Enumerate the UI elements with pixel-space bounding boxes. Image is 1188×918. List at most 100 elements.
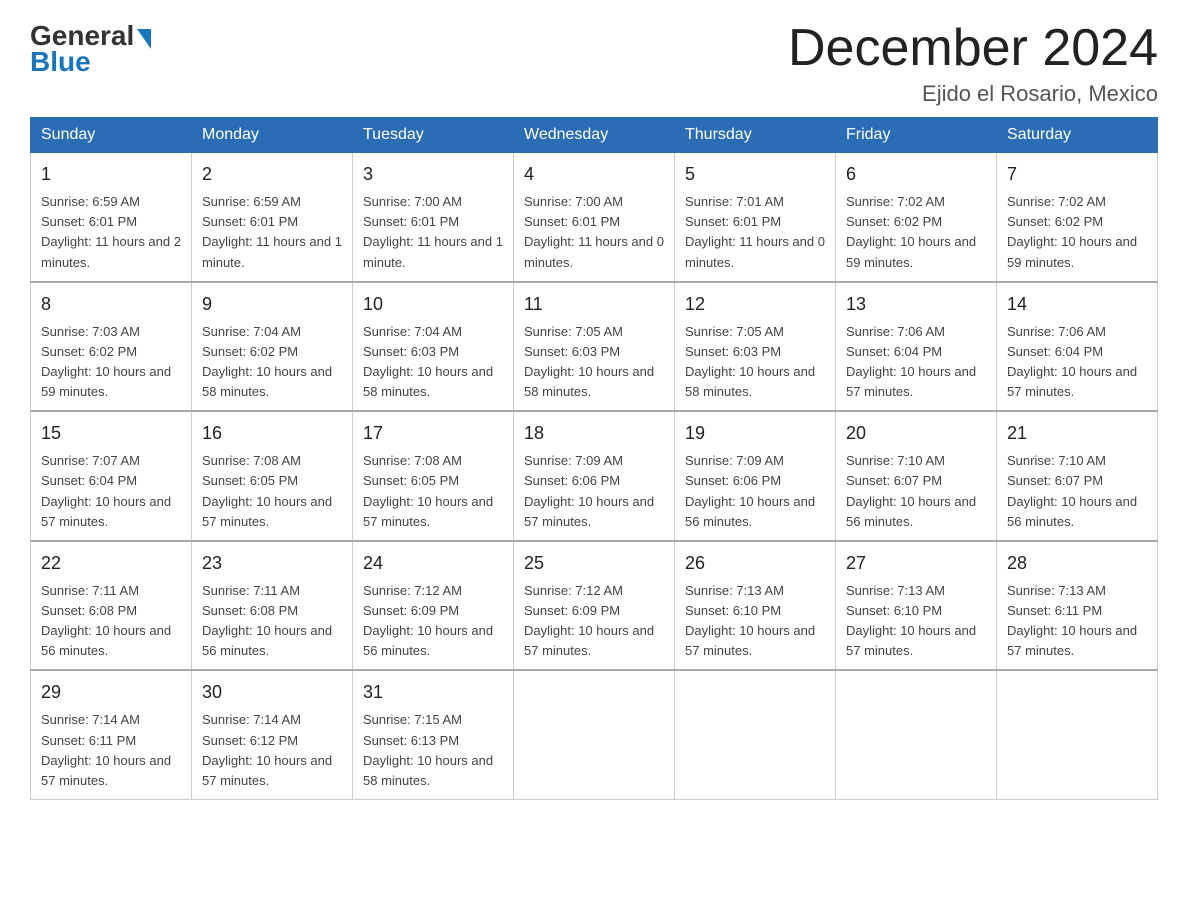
- calendar-cell: 22 Sunrise: 7:11 AMSunset: 6:08 PMDaylig…: [31, 541, 192, 671]
- week-row-4: 22 Sunrise: 7:11 AMSunset: 6:08 PMDaylig…: [31, 541, 1158, 671]
- day-info: Sunrise: 7:14 AMSunset: 6:11 PMDaylight:…: [41, 712, 171, 787]
- calendar-cell: 27 Sunrise: 7:13 AMSunset: 6:10 PMDaylig…: [836, 541, 997, 671]
- day-info: Sunrise: 7:00 AMSunset: 6:01 PMDaylight:…: [524, 194, 664, 269]
- day-info: Sunrise: 7:13 AMSunset: 6:11 PMDaylight:…: [1007, 583, 1137, 658]
- day-info: Sunrise: 7:08 AMSunset: 6:05 PMDaylight:…: [363, 453, 493, 528]
- day-number: 12: [685, 291, 825, 318]
- day-info: Sunrise: 7:08 AMSunset: 6:05 PMDaylight:…: [202, 453, 332, 528]
- calendar-cell: 26 Sunrise: 7:13 AMSunset: 6:10 PMDaylig…: [675, 541, 836, 671]
- calendar-cell: 23 Sunrise: 7:11 AMSunset: 6:08 PMDaylig…: [192, 541, 353, 671]
- col-header-tuesday: Tuesday: [353, 118, 514, 153]
- calendar-cell: 14 Sunrise: 7:06 AMSunset: 6:04 PMDaylig…: [997, 282, 1158, 412]
- day-number: 28: [1007, 550, 1147, 577]
- col-header-monday: Monday: [192, 118, 353, 153]
- week-row-3: 15 Sunrise: 7:07 AMSunset: 6:04 PMDaylig…: [31, 411, 1158, 541]
- day-number: 8: [41, 291, 181, 318]
- day-number: 22: [41, 550, 181, 577]
- day-info: Sunrise: 7:12 AMSunset: 6:09 PMDaylight:…: [363, 583, 493, 658]
- day-number: 25: [524, 550, 664, 577]
- calendar-cell: 25 Sunrise: 7:12 AMSunset: 6:09 PMDaylig…: [514, 541, 675, 671]
- calendar-cell: 11 Sunrise: 7:05 AMSunset: 6:03 PMDaylig…: [514, 282, 675, 412]
- day-info: Sunrise: 7:09 AMSunset: 6:06 PMDaylight:…: [685, 453, 815, 528]
- day-number: 19: [685, 420, 825, 447]
- col-header-thursday: Thursday: [675, 118, 836, 153]
- day-info: Sunrise: 7:12 AMSunset: 6:09 PMDaylight:…: [524, 583, 654, 658]
- calendar-cell: 28 Sunrise: 7:13 AMSunset: 6:11 PMDaylig…: [997, 541, 1158, 671]
- calendar-cell: 13 Sunrise: 7:06 AMSunset: 6:04 PMDaylig…: [836, 282, 997, 412]
- day-info: Sunrise: 7:05 AMSunset: 6:03 PMDaylight:…: [685, 324, 815, 399]
- logo-container: General Blue: [30, 20, 151, 78]
- day-number: 23: [202, 550, 342, 577]
- calendar-cell: [514, 670, 675, 799]
- day-info: Sunrise: 7:14 AMSunset: 6:12 PMDaylight:…: [202, 712, 332, 787]
- calendar-cell: 15 Sunrise: 7:07 AMSunset: 6:04 PMDaylig…: [31, 411, 192, 541]
- calendar-cell: 4 Sunrise: 7:00 AMSunset: 6:01 PMDayligh…: [514, 153, 675, 282]
- calendar-cell: 1 Sunrise: 6:59 AMSunset: 6:01 PMDayligh…: [31, 153, 192, 282]
- day-info: Sunrise: 7:06 AMSunset: 6:04 PMDaylight:…: [846, 324, 976, 399]
- calendar-cell: 31 Sunrise: 7:15 AMSunset: 6:13 PMDaylig…: [353, 670, 514, 799]
- logo: General Blue: [30, 20, 151, 78]
- day-number: 17: [363, 420, 503, 447]
- day-number: 26: [685, 550, 825, 577]
- calendar-cell: 8 Sunrise: 7:03 AMSunset: 6:02 PMDayligh…: [31, 282, 192, 412]
- title-block: December 2024 Ejido el Rosario, Mexico: [788, 20, 1158, 107]
- calendar-cell: [997, 670, 1158, 799]
- calendar-cell: [836, 670, 997, 799]
- calendar-cell: 5 Sunrise: 7:01 AMSunset: 6:01 PMDayligh…: [675, 153, 836, 282]
- day-info: Sunrise: 7:10 AMSunset: 6:07 PMDaylight:…: [846, 453, 976, 528]
- day-number: 2: [202, 161, 342, 188]
- calendar-cell: 20 Sunrise: 7:10 AMSunset: 6:07 PMDaylig…: [836, 411, 997, 541]
- day-info: Sunrise: 7:02 AMSunset: 6:02 PMDaylight:…: [1007, 194, 1137, 269]
- day-info: Sunrise: 7:03 AMSunset: 6:02 PMDaylight:…: [41, 324, 171, 399]
- day-number: 29: [41, 679, 181, 706]
- calendar-cell: 12 Sunrise: 7:05 AMSunset: 6:03 PMDaylig…: [675, 282, 836, 412]
- calendar-cell: 30 Sunrise: 7:14 AMSunset: 6:12 PMDaylig…: [192, 670, 353, 799]
- day-info: Sunrise: 7:06 AMSunset: 6:04 PMDaylight:…: [1007, 324, 1137, 399]
- day-info: Sunrise: 7:04 AMSunset: 6:03 PMDaylight:…: [363, 324, 493, 399]
- day-number: 6: [846, 161, 986, 188]
- day-number: 15: [41, 420, 181, 447]
- calendar-cell: 7 Sunrise: 7:02 AMSunset: 6:02 PMDayligh…: [997, 153, 1158, 282]
- day-number: 27: [846, 550, 986, 577]
- calendar-cell: [675, 670, 836, 799]
- calendar-cell: 16 Sunrise: 7:08 AMSunset: 6:05 PMDaylig…: [192, 411, 353, 541]
- day-number: 21: [1007, 420, 1147, 447]
- calendar-cell: 10 Sunrise: 7:04 AMSunset: 6:03 PMDaylig…: [353, 282, 514, 412]
- calendar-header-row: SundayMondayTuesdayWednesdayThursdayFrid…: [31, 118, 1158, 153]
- calendar-cell: 2 Sunrise: 6:59 AMSunset: 6:01 PMDayligh…: [192, 153, 353, 282]
- week-row-5: 29 Sunrise: 7:14 AMSunset: 6:11 PMDaylig…: [31, 670, 1158, 799]
- day-info: Sunrise: 7:13 AMSunset: 6:10 PMDaylight:…: [685, 583, 815, 658]
- day-info: Sunrise: 7:01 AMSunset: 6:01 PMDaylight:…: [685, 194, 825, 269]
- calendar-cell: 24 Sunrise: 7:12 AMSunset: 6:09 PMDaylig…: [353, 541, 514, 671]
- day-number: 1: [41, 161, 181, 188]
- day-info: Sunrise: 7:02 AMSunset: 6:02 PMDaylight:…: [846, 194, 976, 269]
- day-number: 7: [1007, 161, 1147, 188]
- day-number: 13: [846, 291, 986, 318]
- logo-blue-word: Blue: [30, 46, 91, 78]
- day-number: 4: [524, 161, 664, 188]
- day-number: 30: [202, 679, 342, 706]
- col-header-friday: Friday: [836, 118, 997, 153]
- day-number: 3: [363, 161, 503, 188]
- day-info: Sunrise: 7:10 AMSunset: 6:07 PMDaylight:…: [1007, 453, 1137, 528]
- col-header-wednesday: Wednesday: [514, 118, 675, 153]
- day-info: Sunrise: 7:09 AMSunset: 6:06 PMDaylight:…: [524, 453, 654, 528]
- calendar-cell: 29 Sunrise: 7:14 AMSunset: 6:11 PMDaylig…: [31, 670, 192, 799]
- day-number: 14: [1007, 291, 1147, 318]
- calendar-cell: 17 Sunrise: 7:08 AMSunset: 6:05 PMDaylig…: [353, 411, 514, 541]
- page-header: General Blue December 2024 Ejido el Rosa…: [30, 20, 1158, 107]
- day-info: Sunrise: 7:11 AMSunset: 6:08 PMDaylight:…: [41, 583, 171, 658]
- day-number: 24: [363, 550, 503, 577]
- day-info: Sunrise: 7:13 AMSunset: 6:10 PMDaylight:…: [846, 583, 976, 658]
- calendar-cell: 3 Sunrise: 7:00 AMSunset: 6:01 PMDayligh…: [353, 153, 514, 282]
- day-number: 10: [363, 291, 503, 318]
- day-number: 16: [202, 420, 342, 447]
- day-number: 18: [524, 420, 664, 447]
- calendar-cell: 21 Sunrise: 7:10 AMSunset: 6:07 PMDaylig…: [997, 411, 1158, 541]
- day-info: Sunrise: 6:59 AMSunset: 6:01 PMDaylight:…: [202, 194, 342, 269]
- day-info: Sunrise: 7:04 AMSunset: 6:02 PMDaylight:…: [202, 324, 332, 399]
- day-info: Sunrise: 7:05 AMSunset: 6:03 PMDaylight:…: [524, 324, 654, 399]
- day-info: Sunrise: 7:00 AMSunset: 6:01 PMDaylight:…: [363, 194, 503, 269]
- day-number: 20: [846, 420, 986, 447]
- calendar-cell: 18 Sunrise: 7:09 AMSunset: 6:06 PMDaylig…: [514, 411, 675, 541]
